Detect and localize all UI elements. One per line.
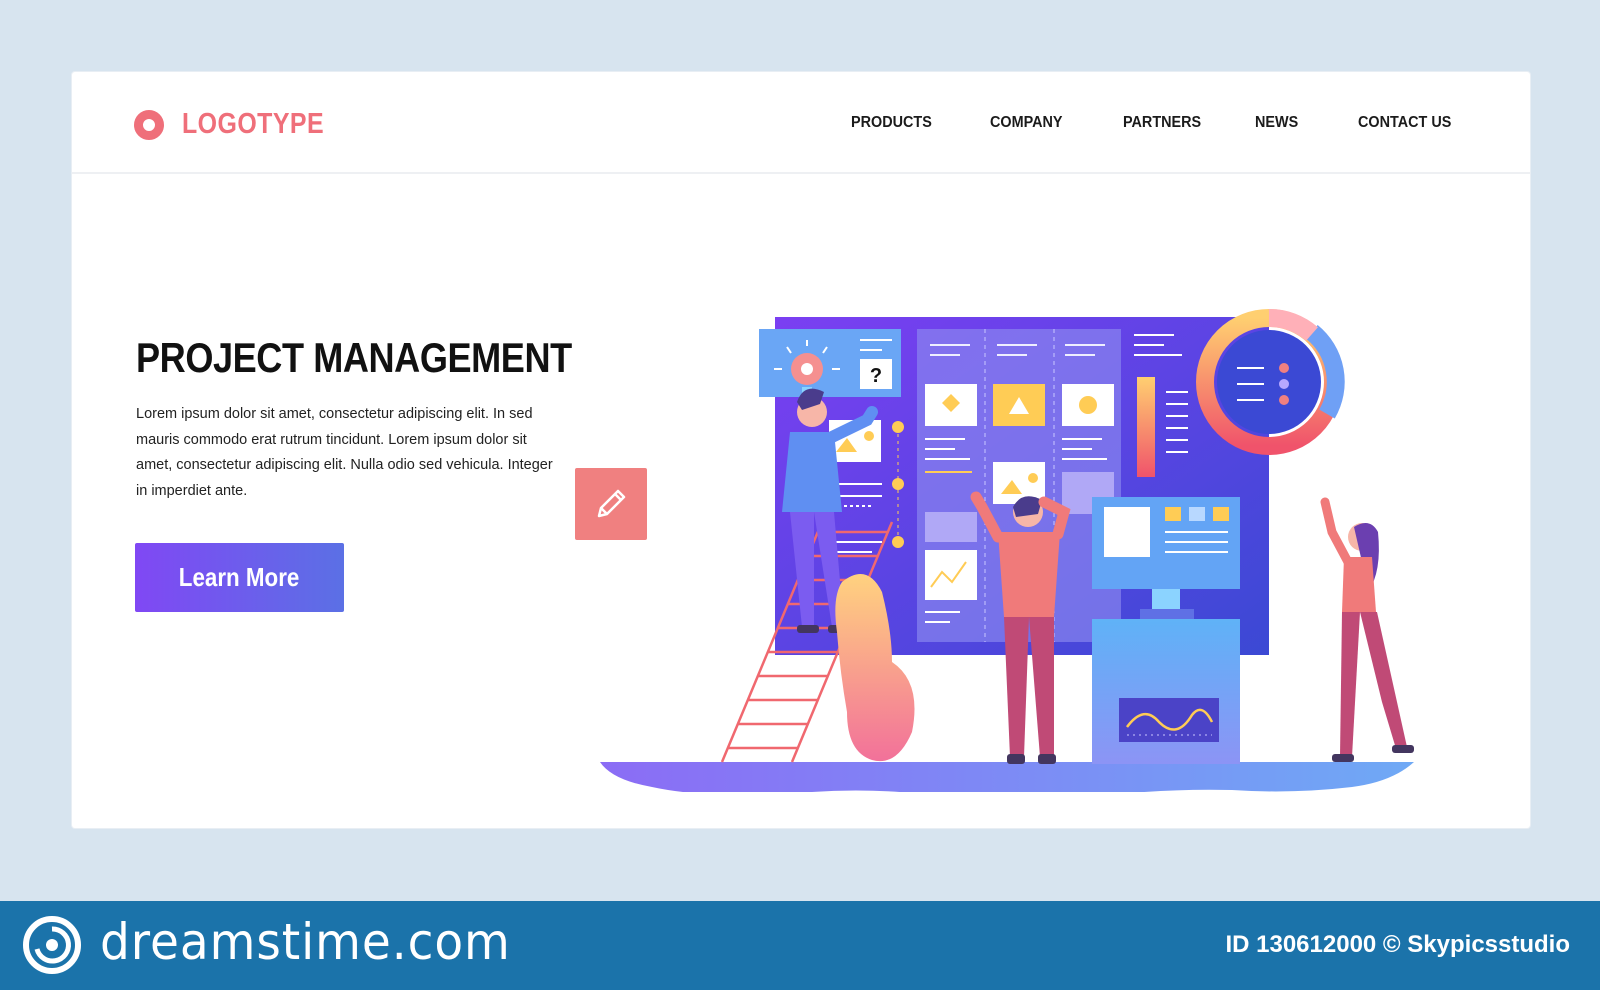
footer-brand: dreamstime.com bbox=[100, 913, 511, 971]
nav-products[interactable]: PRODUCTS bbox=[851, 114, 932, 132]
nav-news[interactable]: NEWS bbox=[1255, 114, 1298, 132]
person-right bbox=[1320, 497, 1414, 762]
footer-image-id: ID 130612000 © Skypicsstudio bbox=[1225, 931, 1570, 958]
watermark-footer: dreamstime.com ID 130612000 © Skypicsstu… bbox=[0, 901, 1600, 990]
floor-wave bbox=[600, 762, 1414, 792]
nav-contact-us[interactable]: CONTACT US bbox=[1358, 114, 1451, 132]
dreamstime-logo-icon bbox=[23, 916, 81, 974]
hero-description: Lorem ipsum dolor sit amet, consectetur … bbox=[136, 406, 553, 499]
learn-more-label: Learn More bbox=[179, 562, 300, 592]
question-mark: ? bbox=[870, 365, 882, 387]
page-title: PROJECT MANAGEMENT bbox=[136, 334, 572, 381]
project-board-illustration: ? bbox=[600, 308, 1414, 792]
site-header: LOGOTYPE PRODUCTS COMPANY PARTNERS NEWS … bbox=[72, 72, 1530, 174]
logo[interactable]: LOGOTYPE bbox=[134, 108, 347, 141]
landing-card: LOGOTYPE PRODUCTS COMPANY PARTNERS NEWS … bbox=[72, 72, 1530, 828]
nav-partners[interactable]: PARTNERS bbox=[1123, 114, 1201, 132]
kiosk bbox=[1092, 497, 1240, 764]
nav-company[interactable]: COMPANY bbox=[990, 114, 1063, 132]
logo-text: LOGOTYPE bbox=[182, 108, 325, 140]
learn-more-button[interactable]: Learn More bbox=[135, 543, 344, 612]
logo-ring-icon bbox=[134, 109, 164, 140]
